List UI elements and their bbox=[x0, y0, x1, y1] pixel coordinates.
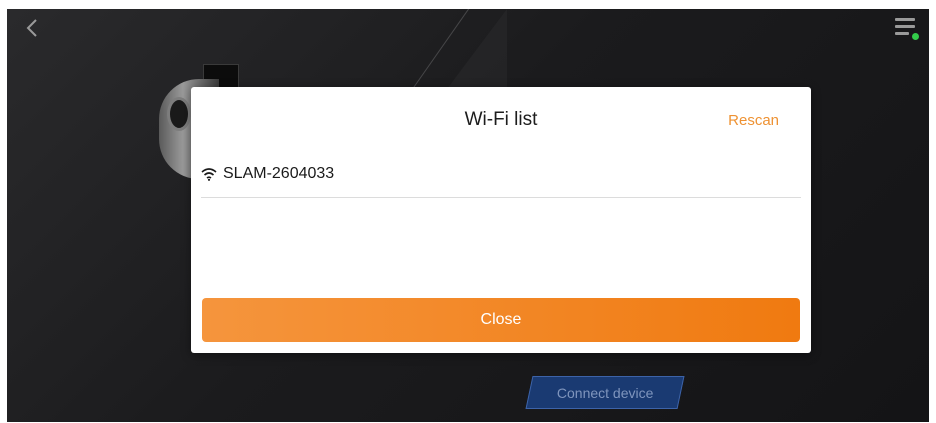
connect-device-button[interactable]: Connect device bbox=[525, 376, 685, 409]
wifi-list-item[interactable]: SLAM-2604033 bbox=[201, 151, 801, 198]
back-button[interactable] bbox=[19, 15, 45, 41]
close-button[interactable]: Close bbox=[202, 298, 800, 342]
status-dot bbox=[912, 33, 919, 40]
connect-device-label: Connect device bbox=[556, 384, 654, 401]
chevron-left-icon bbox=[26, 19, 37, 37]
wifi-icon bbox=[201, 167, 217, 181]
menu-button[interactable] bbox=[893, 15, 919, 41]
rescan-button[interactable]: Rescan bbox=[728, 112, 779, 129]
wifi-list-dialog: Wi-Fi list Rescan SLAM-2604033 Close bbox=[191, 87, 811, 353]
wifi-ssid: SLAM-2604033 bbox=[223, 165, 335, 182]
dialog-title: Wi-Fi list bbox=[464, 109, 538, 130]
background-shard bbox=[447, 9, 507, 89]
robot-lens bbox=[167, 97, 191, 131]
